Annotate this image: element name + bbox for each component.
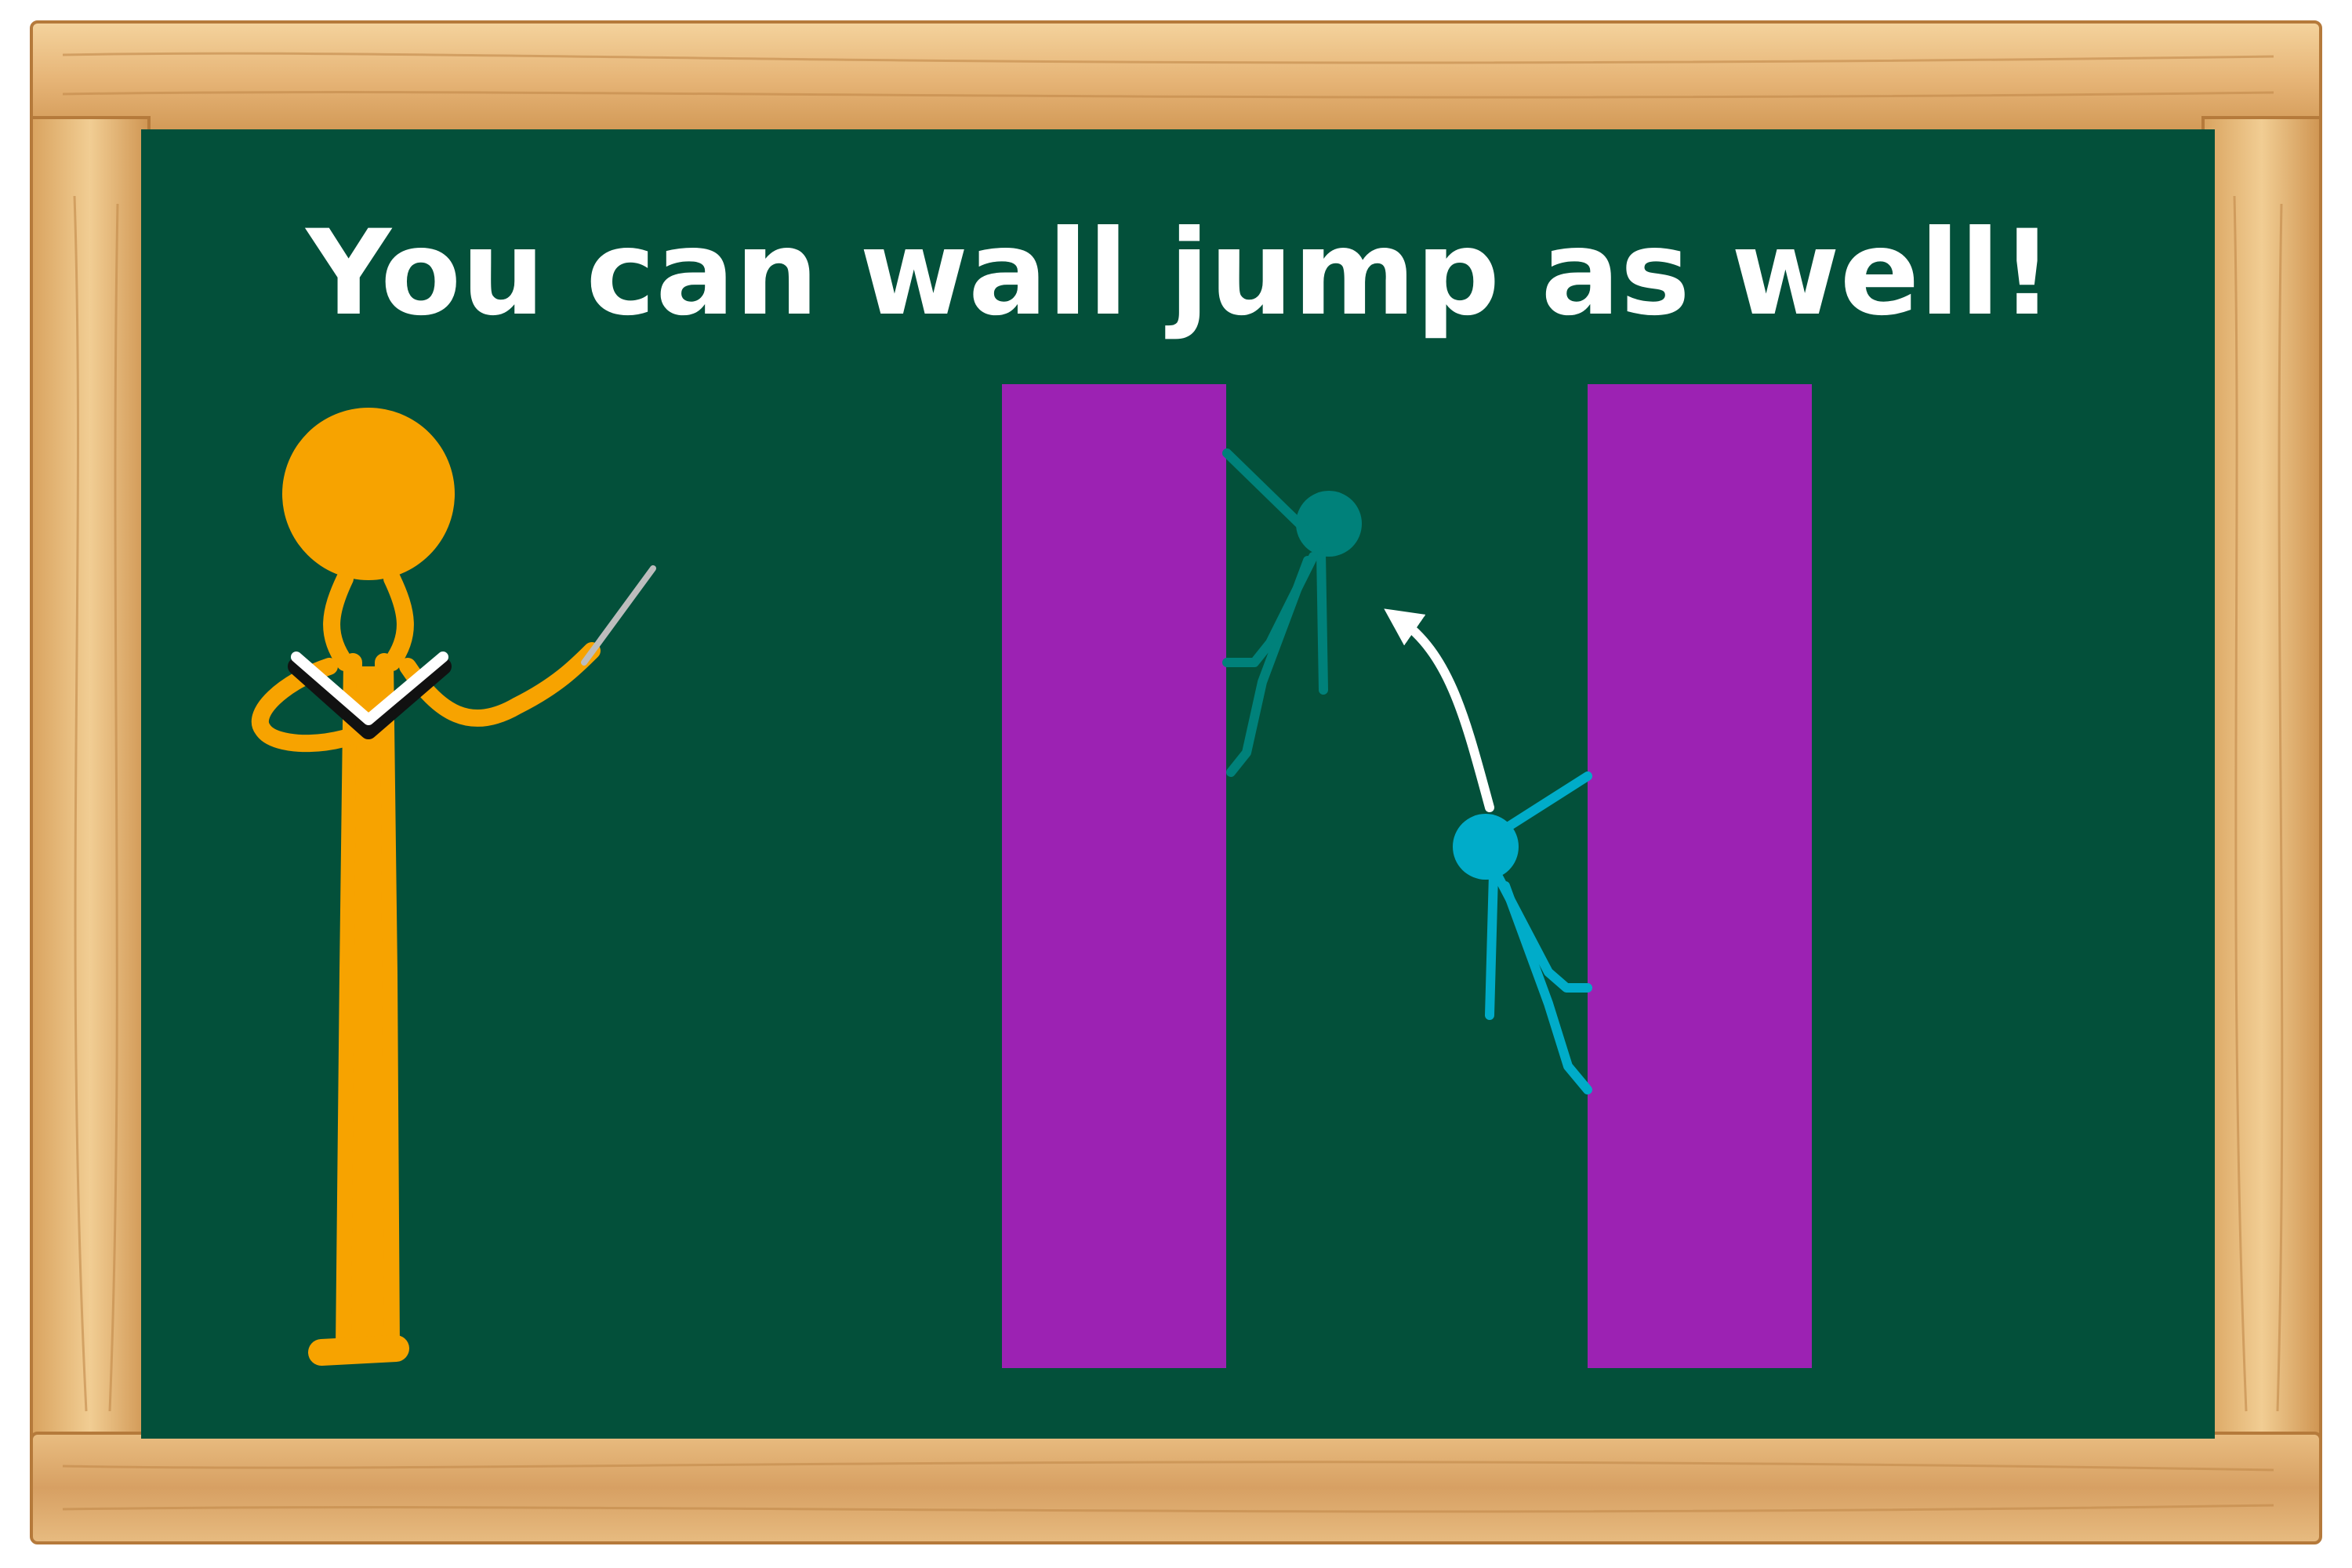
frame-left bbox=[30, 116, 151, 1452]
teacher-feet bbox=[308, 1335, 409, 1366]
frame-right bbox=[2201, 116, 2322, 1452]
frame-bottom bbox=[30, 1432, 2322, 1544]
left-wall bbox=[1002, 384, 1226, 1368]
teacher-head bbox=[282, 408, 455, 580]
right-wall bbox=[1588, 384, 1812, 1368]
climber-end-body bbox=[1316, 548, 1328, 695]
slide-headline: You can wall jump as well! bbox=[304, 205, 2053, 342]
teacher-body-fill bbox=[351, 666, 384, 1341]
climber-start-body bbox=[1485, 869, 1498, 1020]
chalkboard-scene: You can wall jump as well! bbox=[30, 20, 2322, 1544]
frame-top bbox=[30, 20, 2322, 141]
